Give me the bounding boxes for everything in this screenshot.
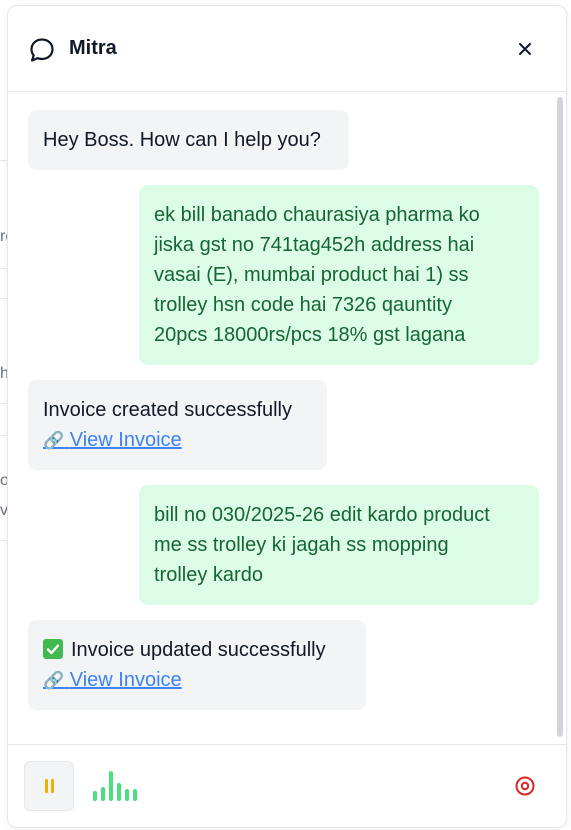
stop-record-icon[interactable]	[514, 775, 536, 797]
close-icon	[519, 43, 531, 55]
check-icon	[43, 639, 63, 659]
message-line: me ss trolley ki jagah ss mopping	[154, 534, 449, 556]
chat-footer	[8, 744, 566, 827]
chat-header: Mitra	[8, 6, 566, 92]
close-button[interactable]	[514, 38, 536, 60]
user-message: ek bill banado chaurasiya pharma ko jisk…	[139, 185, 539, 365]
message-line: ek bill banado chaurasiya pharma ko	[154, 204, 480, 226]
pause-button[interactable]	[24, 761, 74, 811]
link-label: View Invoice	[69, 429, 182, 451]
message-line: vasai (E), mumbai product hai 1) ss	[154, 264, 469, 286]
audio-wave-icon	[93, 771, 137, 801]
message-line: bill no 030/2025-26 edit kardo product	[154, 504, 490, 526]
message-line: 20pcs 18000rs/pcs 18% gst lagana	[154, 324, 466, 346]
message-text: Invoice updated successfully	[71, 639, 326, 661]
user-message: bill no 030/2025-26 edit kardo product m…	[139, 485, 539, 605]
pause-icon	[43, 779, 55, 793]
message-text: Invoice created successfully	[43, 399, 293, 421]
message-line: trolley hsn code hai 7326 qauntity	[154, 294, 452, 316]
bot-message: Invoice updated successfully 🔗 View Invo…	[28, 620, 366, 710]
chat-panel: Mitra Hey Boss. How can I help you? ek b…	[7, 5, 567, 828]
message-text: Hey Boss. How can I help you?	[43, 129, 321, 151]
link-icon: 🔗	[43, 431, 65, 450]
message-line: trolley kardo	[154, 564, 263, 586]
bot-message: Invoice created successfully 🔗 View Invo…	[28, 380, 327, 470]
view-invoice-link[interactable]: 🔗 View Invoice	[43, 665, 182, 696]
message-list[interactable]: Hey Boss. How can I help you? ek bill ba…	[8, 93, 566, 744]
bot-message: Hey Boss. How can I help you?	[28, 110, 349, 170]
chat-title: Mitra	[69, 37, 117, 59]
chat-bubble-icon	[30, 38, 54, 62]
link-icon: 🔗	[43, 671, 65, 690]
view-invoice-link[interactable]: 🔗 View Invoice	[43, 425, 182, 456]
link-label: View Invoice	[69, 669, 182, 691]
message-line: jiska gst no 741tag452h address hai	[154, 234, 475, 256]
scrollbar-thumb[interactable]	[557, 97, 563, 737]
